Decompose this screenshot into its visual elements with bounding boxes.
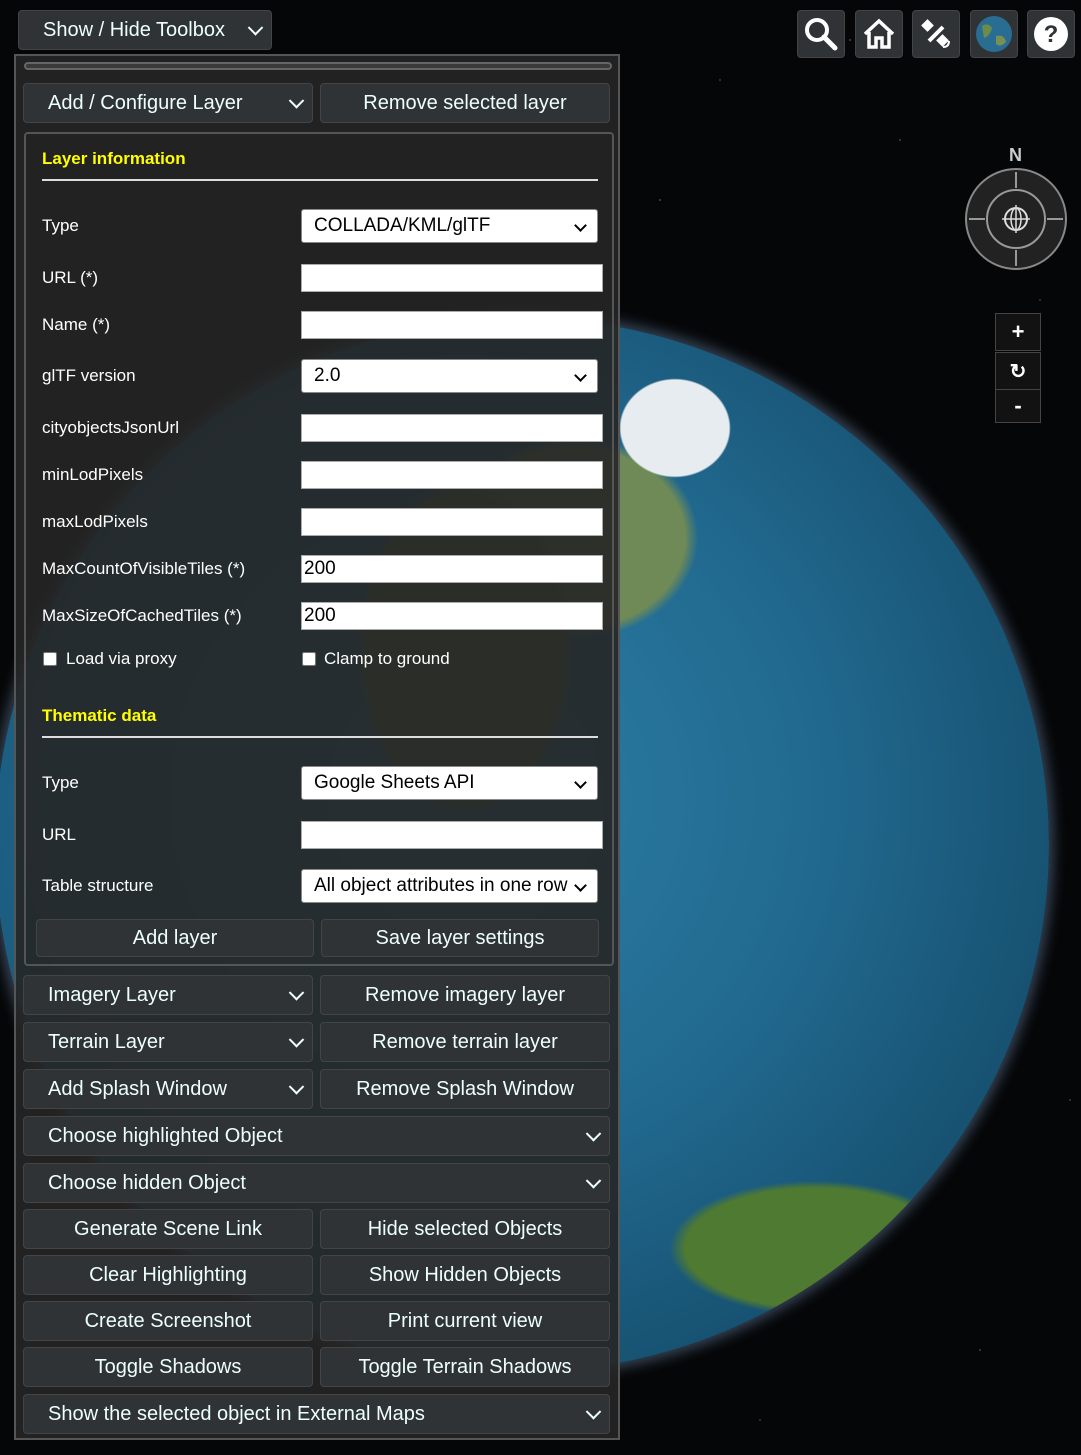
url-label: URL (*): [42, 268, 99, 287]
chevron-down-icon: [574, 369, 587, 382]
thematic-type-label: Type: [42, 773, 79, 792]
zoom-out-button[interactable]: -: [995, 389, 1041, 423]
help-button[interactable]: ?: [1027, 10, 1075, 58]
load-via-proxy-label: Load via proxy: [66, 649, 177, 668]
max-size-cached-tiles-input[interactable]: 200: [301, 602, 603, 630]
add-configure-layer-label: Add / Configure Layer: [48, 91, 243, 114]
remove-terrain-layer-button[interactable]: Remove terrain layer: [320, 1022, 610, 1062]
imagery-layer-dropdown[interactable]: Imagery Layer: [23, 975, 313, 1015]
satellite-icon: [921, 19, 950, 48]
gltf-version-label: glTF version: [42, 366, 136, 385]
add-configure-layer-dropdown[interactable]: Add / Configure Layer: [23, 83, 313, 123]
max-size-cached-tiles-label: MaxSizeOfCachedTiles (*): [42, 606, 242, 625]
crosshair-globe-icon: [1002, 205, 1030, 233]
chevron-down-icon: [585, 1126, 602, 1142]
add-splash-window-label: Add Splash Window: [48, 1077, 227, 1100]
gltf-version-value: 2.0: [314, 365, 341, 386]
table-structure-value: All object attributes in one row: [314, 875, 568, 896]
search-icon: [805, 18, 838, 51]
navigation-compass[interactable]: [965, 168, 1067, 270]
max-lod-pixels-input[interactable]: [301, 508, 603, 536]
search-button[interactable]: [797, 10, 845, 58]
gltf-version-select[interactable]: 2.0: [301, 359, 598, 393]
home-icon: [863, 18, 895, 49]
section-divider: [42, 179, 598, 181]
remove-selected-layer-button[interactable]: Remove selected layer: [320, 83, 610, 123]
toolbox-toggle-dropdown[interactable]: Show / Hide Toolbox: [18, 10, 272, 50]
layer-type-select[interactable]: COLLADA/KML/glTF: [301, 209, 598, 243]
add-splash-window-dropdown[interactable]: Add Splash Window: [23, 1069, 313, 1109]
compass-orbit-control[interactable]: [986, 189, 1046, 249]
choose-hidden-object-label: Choose hidden Object: [48, 1171, 246, 1194]
print-current-view-button[interactable]: Print current view: [320, 1301, 610, 1341]
max-count-visible-tiles-input[interactable]: 200: [301, 555, 603, 583]
clear-highlighting-button[interactable]: Clear Highlighting: [23, 1255, 313, 1295]
create-screenshot-button[interactable]: Create Screenshot: [23, 1301, 313, 1341]
max-count-visible-tiles-label: MaxCountOfVisibleTiles (*): [42, 559, 246, 578]
thematic-data-title: Thematic data: [42, 706, 157, 725]
imagery-layer-label: Imagery Layer: [48, 983, 176, 1006]
show-hidden-objects-button[interactable]: Show Hidden Objects: [320, 1255, 610, 1295]
table-structure-select[interactable]: All object attributes in one row: [301, 869, 598, 903]
chevron-down-icon: [247, 20, 264, 36]
external-maps-label: Show the selected object in External Map…: [48, 1402, 425, 1425]
cityobjects-json-url-input[interactable]: [301, 414, 603, 442]
compass-north-label: N: [1009, 145, 1022, 165]
remove-imagery-layer-button[interactable]: Remove imagery layer: [320, 975, 610, 1015]
save-layer-settings-button[interactable]: Save layer settings: [321, 919, 599, 957]
layer-config-panel: Layer information Type COLLADA/KML/glTF …: [24, 132, 614, 966]
chevron-down-icon: [288, 985, 305, 1001]
table-structure-label: Table structure: [42, 876, 154, 895]
name-label: Name (*): [42, 315, 111, 334]
chevron-down-icon: [574, 219, 587, 232]
add-layer-button[interactable]: Add layer: [36, 919, 314, 957]
toggle-shadows-button[interactable]: Toggle Shadows: [23, 1347, 313, 1387]
base-layer-picker-button[interactable]: [970, 10, 1018, 58]
chevron-down-icon: [288, 93, 305, 109]
horizontal-scrollbar[interactable]: [24, 62, 612, 70]
type-label: Type: [42, 216, 79, 235]
chevron-down-icon: [585, 1404, 602, 1420]
hide-selected-objects-button[interactable]: Hide selected Objects: [320, 1209, 610, 1249]
toolbox-panel: Add / Configure Layer Remove selected la…: [14, 54, 620, 1440]
chevron-down-icon: [288, 1032, 305, 1048]
toggle-terrain-shadows-button[interactable]: Toggle Terrain Shadows: [320, 1347, 610, 1387]
chevron-down-icon: [574, 776, 587, 789]
chevron-down-icon: [574, 879, 587, 892]
remove-splash-window-button[interactable]: Remove Splash Window: [320, 1069, 610, 1109]
section-divider: [42, 736, 598, 738]
clamp-to-ground-checkbox[interactable]: [302, 652, 316, 666]
external-maps-dropdown[interactable]: Show the selected object in External Map…: [23, 1394, 610, 1434]
load-via-proxy-checkbox[interactable]: [43, 652, 57, 666]
terrain-layer-label: Terrain Layer: [48, 1030, 165, 1053]
choose-highlighted-object-label: Choose highlighted Object: [48, 1124, 283, 1147]
globe-icon: [976, 16, 1012, 52]
satellite-button[interactable]: [912, 10, 960, 58]
choose-hidden-object-dropdown[interactable]: Choose hidden Object: [23, 1163, 610, 1203]
max-lod-pixels-label: maxLodPixels: [42, 512, 148, 531]
home-button[interactable]: [855, 10, 903, 58]
help-icon: ?: [1034, 17, 1068, 51]
zoom-reset-button[interactable]: ↻: [995, 352, 1041, 390]
thematic-url-input[interactable]: [301, 821, 603, 849]
svg-text:?: ?: [1044, 21, 1059, 48]
cityobjects-json-url-label: cityobjectsJsonUrl: [42, 418, 179, 437]
chevron-down-icon: [288, 1079, 305, 1095]
thematic-type-value: Google Sheets API: [314, 772, 475, 793]
name-input[interactable]: [301, 311, 603, 339]
thematic-type-select[interactable]: Google Sheets API: [301, 766, 598, 800]
min-lod-pixels-input[interactable]: [301, 461, 603, 489]
layer-information-title: Layer information: [42, 149, 186, 168]
toolbox-toggle-label: Show / Hide Toolbox: [43, 18, 225, 41]
clamp-to-ground-label: Clamp to ground: [324, 649, 450, 668]
thematic-url-label: URL: [42, 825, 77, 844]
chevron-down-icon: [585, 1173, 602, 1189]
zoom-in-button[interactable]: +: [995, 313, 1041, 351]
generate-scene-link-button[interactable]: Generate Scene Link: [23, 1209, 313, 1249]
choose-highlighted-object-dropdown[interactable]: Choose highlighted Object: [23, 1116, 610, 1156]
terrain-layer-dropdown[interactable]: Terrain Layer: [23, 1022, 313, 1062]
layer-type-value: COLLADA/KML/glTF: [314, 215, 491, 236]
url-input[interactable]: [301, 264, 603, 292]
min-lod-pixels-label: minLodPixels: [42, 465, 144, 484]
